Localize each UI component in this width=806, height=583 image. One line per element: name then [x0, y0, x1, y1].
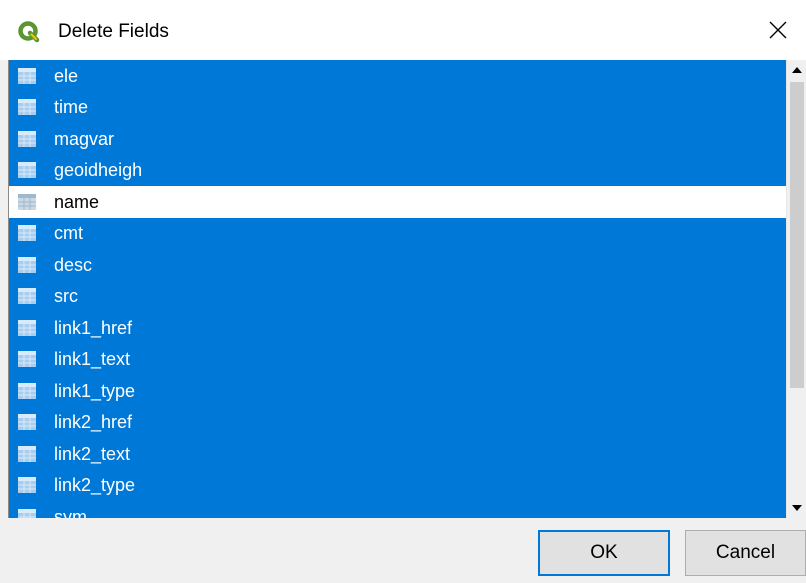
field-list-item[interactable]: link2_text — [9, 438, 786, 470]
table-field-icon — [18, 351, 36, 368]
close-icon — [769, 21, 787, 39]
field-label: cmt — [54, 223, 83, 244]
qgis-logo-icon — [18, 21, 40, 43]
delete-fields-dialog: Delete Fields ele time magvar geoidheigh nam… — [0, 0, 806, 583]
table-field-icon — [18, 414, 36, 431]
field-list-item[interactable]: geoidheigh — [9, 154, 786, 186]
table-field-icon — [18, 67, 36, 84]
ok-button[interactable]: OK — [538, 530, 670, 576]
field-label: link1_href — [54, 317, 133, 338]
field-list-item[interactable]: sym — [9, 501, 786, 518]
table-field-icon — [18, 193, 36, 210]
field-label: link1_type — [54, 380, 136, 401]
dialog-title: Delete Fields — [58, 21, 169, 42]
field-list-item[interactable]: link2_href — [9, 406, 786, 438]
field-list-item[interactable]: magvar — [9, 123, 786, 155]
field-list-item[interactable]: link1_text — [9, 343, 786, 375]
field-list-item[interactable]: link1_type — [9, 375, 786, 407]
close-button[interactable] — [750, 0, 806, 60]
field-list-item[interactable]: name — [9, 186, 786, 218]
field-label: magvar — [54, 128, 115, 149]
table-field-icon — [18, 256, 36, 273]
field-label: geoidheigh — [54, 160, 143, 181]
vertical-scrollbar[interactable] — [786, 60, 806, 518]
field-label: link2_href — [54, 412, 133, 433]
field-list-item[interactable]: time — [9, 91, 786, 123]
scroll-up-arrow-icon — [791, 67, 802, 73]
table-field-icon — [18, 99, 36, 116]
table-field-icon — [18, 508, 36, 518]
field-list-item[interactable]: ele — [9, 60, 786, 92]
table-field-icon — [18, 445, 36, 462]
field-label: src — [54, 286, 78, 307]
field-label: link2_text — [54, 443, 131, 464]
table-field-icon — [18, 130, 36, 147]
table-field-icon — [18, 477, 36, 494]
field-list-item[interactable]: link2_type — [9, 469, 786, 501]
fields-list[interactable]: ele time magvar geoidheigh name cmt desc src lin… — [8, 60, 806, 518]
cancel-button[interactable]: Cancel — [685, 530, 806, 576]
field-label: desc — [54, 254, 93, 275]
field-label: name — [54, 191, 100, 212]
field-label: ele — [54, 65, 79, 86]
field-label: sym — [54, 506, 87, 518]
field-list-item[interactable]: desc — [9, 249, 786, 281]
button-bar: OK Cancel — [0, 518, 806, 583]
scroll-down-button[interactable] — [787, 498, 806, 518]
scroll-thumb[interactable] — [790, 82, 804, 388]
scroll-up-button[interactable] — [787, 60, 806, 80]
table-field-icon — [18, 382, 36, 399]
field-label: link1_text — [54, 349, 131, 370]
title-bar: Delete Fields — [0, 0, 806, 60]
table-field-icon — [18, 162, 36, 179]
table-field-icon — [18, 288, 36, 305]
table-field-icon — [18, 225, 36, 242]
field-list-item[interactable]: cmt — [9, 217, 786, 249]
field-label: link2_type — [54, 475, 136, 496]
field-list-item[interactable]: src — [9, 280, 786, 312]
table-field-icon — [18, 319, 36, 336]
field-label: time — [54, 97, 89, 118]
field-list-item[interactable]: link1_href — [9, 312, 786, 344]
scroll-down-arrow-icon — [791, 505, 802, 511]
fields-list-items: ele time magvar geoidheigh name cmt desc src lin… — [9, 60, 786, 518]
